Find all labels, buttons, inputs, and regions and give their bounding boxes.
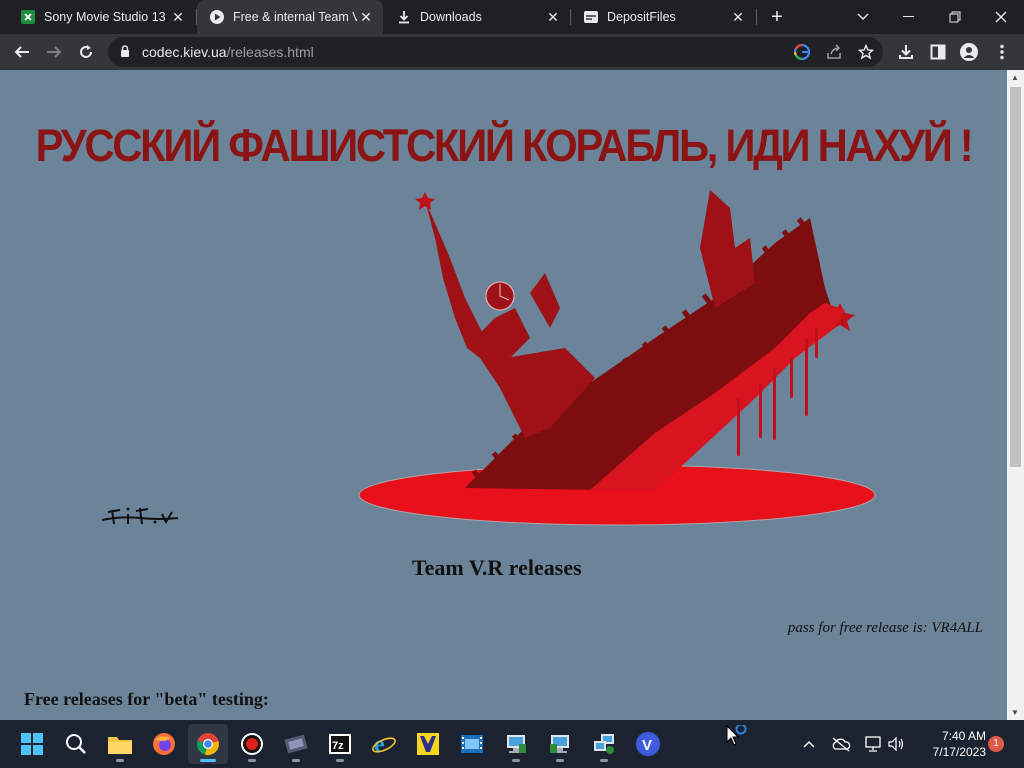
chrome-icon[interactable]: [188, 724, 228, 764]
tab-title: Downloads: [420, 10, 482, 24]
notification-badge[interactable]: 1: [988, 736, 1004, 752]
address-bar[interactable]: codec.kiev.ua/releases.html: [108, 37, 883, 67]
volume-icon[interactable]: [884, 732, 908, 756]
start-windows-icon[interactable]: [12, 724, 52, 764]
network-tool-icon[interactable]: [540, 724, 580, 764]
minimize-icon[interactable]: [886, 0, 932, 34]
play-circle-icon: [209, 9, 225, 25]
close-icon[interactable]: ✕: [357, 9, 375, 26]
running-indicator: [116, 759, 124, 762]
depositfiles-icon: [583, 9, 599, 25]
password-note: pass for free release is: VR4ALL: [787, 620, 983, 636]
clock-time: 7:40 AM: [941, 729, 986, 743]
url-path: /releases.html: [226, 44, 314, 60]
mouse-pointer-busy-icon: [726, 725, 747, 746]
tab-depositfiles[interactable]: DepositFiles ✕: [571, 0, 755, 34]
v-app-icon[interactable]: V: [628, 724, 668, 764]
film-app-icon[interactable]: [452, 724, 492, 764]
web-page: РУССКИЙ ФАШИСТСКИЙ КОРАБЛЬ, ИДИ НАХУЙ !: [0, 70, 1007, 720]
close-icon[interactable]: ✕: [544, 9, 562, 26]
search-icon[interactable]: [56, 724, 96, 764]
running-indicator: [512, 759, 520, 762]
system-clock[interactable]: 7:40 AM 7/17/2023: [912, 728, 986, 760]
tab-downloads[interactable]: Downloads ✕: [384, 0, 570, 34]
download-icon: [396, 9, 412, 25]
google-icon[interactable]: [790, 41, 814, 63]
network-tool-icon[interactable]: [584, 724, 624, 764]
onedrive-offline-icon[interactable]: [829, 732, 853, 756]
back-arrow-icon[interactable]: [8, 38, 36, 66]
firefox-icon[interactable]: [144, 724, 184, 764]
forward-arrow-icon[interactable]: [40, 38, 68, 66]
profile-avatar-icon[interactable]: [955, 38, 983, 66]
page-scrollbar[interactable]: ▲ ▼: [1007, 70, 1024, 720]
tab-title: Sony Movie Studio 13 (: [44, 10, 169, 24]
close-icon[interactable]: ✕: [169, 9, 187, 26]
side-panel-icon[interactable]: [924, 38, 952, 66]
scroll-up-arrow-icon[interactable]: ▲: [1011, 73, 1019, 82]
reload-icon[interactable]: [72, 38, 100, 66]
restore-icon[interactable]: [932, 0, 978, 34]
tab-search-chevron-icon[interactable]: [840, 0, 886, 34]
new-tab-plus-icon[interactable]: +: [765, 5, 789, 29]
close-icon[interactable]: ✕: [729, 9, 747, 26]
video-editor-icon[interactable]: [276, 724, 316, 764]
close-window-icon[interactable]: [978, 0, 1024, 34]
bookmark-star-icon[interactable]: [854, 41, 878, 63]
tab-team-vr[interactable]: Free & internal Team V ✕: [197, 0, 383, 34]
svg-text:7z: 7z: [332, 740, 344, 752]
lock-icon[interactable]: [120, 45, 130, 63]
7zip-icon[interactable]: 7z: [320, 724, 360, 764]
internet-explorer-icon[interactable]: e: [364, 724, 404, 764]
running-indicator: [248, 759, 256, 762]
signature-scribble: [101, 507, 179, 525]
tab-title: DepositFiles: [607, 10, 676, 24]
running-indicator: [600, 759, 608, 762]
browser-toolbar: codec.kiev.ua/releases.html: [0, 34, 1024, 70]
url-host: codec.kiev.ua: [142, 44, 227, 60]
url-text: codec.kiev.ua/releases.html: [142, 44, 314, 60]
scrollbar-thumb[interactable]: [1010, 87, 1021, 467]
media-app-icon[interactable]: [408, 724, 448, 764]
menu-kebab-icon[interactable]: [988, 38, 1016, 66]
show-hidden-icons-chevron-icon[interactable]: [797, 732, 821, 756]
tab-sony-movie-studio[interactable]: Sony Movie Studio 13 ( ✕: [8, 0, 195, 34]
tab-title: Free & internal Team V: [233, 10, 357, 24]
windows-taskbar: 7z e V 7:40 AM 7/17/2023 1: [0, 720, 1024, 768]
svg-text:V: V: [642, 737, 652, 754]
running-indicator: [556, 759, 564, 762]
spreadsheet-green-icon: [20, 9, 36, 25]
file-explorer-icon[interactable]: [100, 724, 140, 764]
scroll-down-arrow-icon[interactable]: ▼: [1011, 708, 1019, 717]
sinking-kremlin-illustration: [358, 190, 876, 526]
running-indicator: [200, 759, 216, 762]
page-headline: РУССКИЙ ФАШИСТСКИЙ КОРАБЛЬ, ИДИ НАХУЙ !: [35, 120, 974, 171]
tab-strip: Sony Movie Studio 13 ( ✕ Free & internal…: [0, 0, 1024, 34]
recorder-icon[interactable]: [232, 724, 272, 764]
free-releases-heading: Free releases for "beta" testing:: [24, 689, 269, 709]
tab-separator: [756, 9, 757, 25]
network-icon[interactable]: [861, 732, 885, 756]
clock-date: 7/17/2023: [932, 745, 986, 759]
running-indicator: [336, 759, 344, 762]
section-title: Team V.R releases: [412, 555, 582, 580]
share-icon[interactable]: [822, 41, 846, 63]
download-icon[interactable]: [892, 38, 920, 66]
running-indicator: [292, 759, 300, 762]
network-tool-icon[interactable]: [496, 724, 536, 764]
